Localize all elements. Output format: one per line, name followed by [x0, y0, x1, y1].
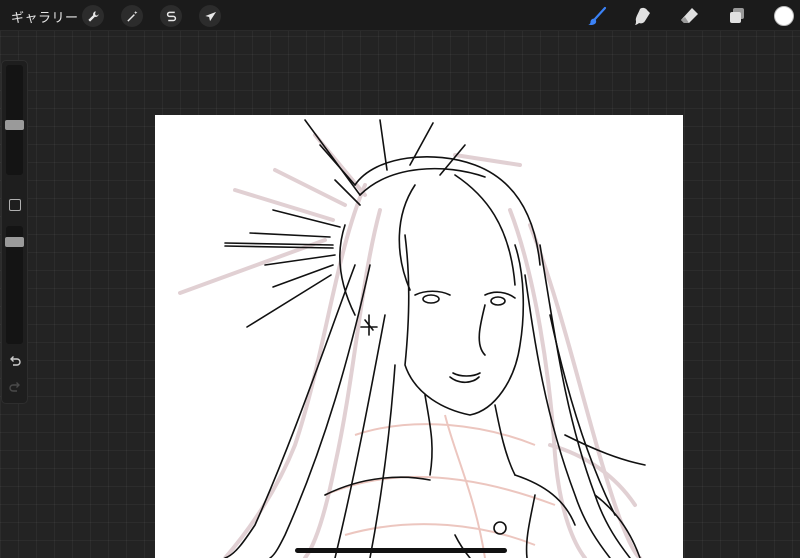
smudge-icon — [635, 7, 650, 25]
line-art-drawing — [178, 119, 646, 558]
selection-s-icon — [166, 11, 176, 21]
color-picker-button[interactable] — [774, 6, 794, 26]
actions-button[interactable] — [82, 5, 104, 27]
wrench-icon — [87, 10, 99, 22]
left-sidebar — [1, 60, 28, 404]
adjustments-button[interactable] — [121, 5, 143, 27]
eraser-icon — [681, 8, 698, 23]
home-indicator — [295, 548, 507, 553]
brush-size-thumb[interactable] — [5, 120, 24, 130]
layers-icon — [730, 8, 744, 23]
brush-icon — [588, 6, 607, 25]
drawing-canvas[interactable] — [155, 115, 683, 558]
selection-button[interactable] — [160, 5, 182, 27]
opacity-thumb[interactable] — [5, 236, 24, 247]
undo-icon[interactable] — [8, 355, 22, 369]
arrow-cursor-icon — [204, 11, 216, 21]
brush-tool[interactable] — [585, 4, 609, 28]
smudge-tool[interactable] — [631, 4, 655, 28]
transform-button[interactable] — [199, 5, 221, 27]
modify-button[interactable] — [9, 199, 21, 211]
top-toolbar: ギャラリー — [0, 0, 800, 31]
magic-wand-icon — [126, 10, 137, 22]
gallery-button[interactable]: ギャラリー — [11, 7, 79, 26]
eraser-tool[interactable] — [678, 4, 702, 28]
redo-icon[interactable] — [8, 381, 22, 395]
layers-button[interactable] — [725, 4, 749, 28]
